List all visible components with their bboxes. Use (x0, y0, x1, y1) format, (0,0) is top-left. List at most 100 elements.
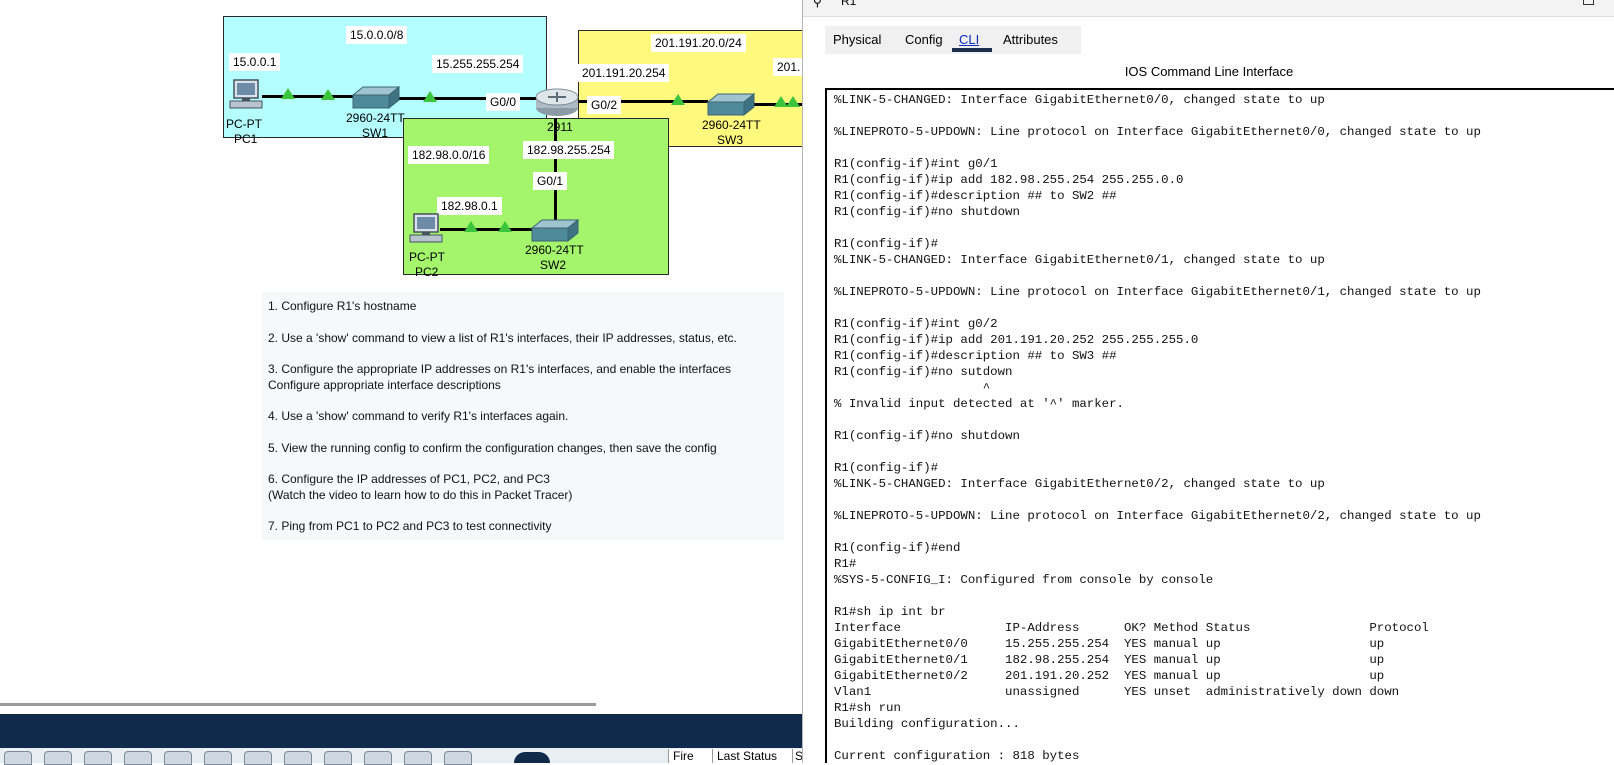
link-up-icon (498, 221, 512, 232)
console-line: Building configuration... (834, 717, 1020, 731)
pdu-col-fire: Fire (668, 749, 713, 763)
ip-label[interactable]: 182.98.0.1 (437, 197, 502, 215)
console-line: Vlan1 unassigned YES unset administrativ… (834, 685, 1400, 699)
r1-model: 2911 (547, 120, 573, 134)
cable-sw1-r1[interactable] (394, 97, 544, 100)
sw3-name: SW3 (717, 133, 744, 147)
link-up-icon (464, 221, 478, 232)
realtime-icon[interactable] (514, 752, 550, 763)
console-line: R1(config-if)#int g0/1 (834, 157, 998, 171)
pc1-name: PC1 (234, 132, 258, 146)
cli-console[interactable]: %LINK-5-CHANGED: Interface GigabitEthern… (825, 88, 1614, 763)
pc1-device[interactable] (228, 78, 264, 110)
link-up-icon (671, 94, 685, 105)
tab-attributes[interactable]: Attributes (995, 30, 1066, 54)
switch-icon (351, 85, 401, 110)
console-line: %LINEPROTO-5-UPDOWN: Line protocol on In… (834, 125, 1481, 139)
console-line: R1(config-if)#ip add 182.98.255.254 255.… (834, 173, 1184, 187)
pc2-name: PC2 (415, 265, 439, 279)
ip-label[interactable]: 182.98.255.254 (523, 141, 615, 159)
task-item: 4. Use a 'show' command to verify R1's i… (268, 409, 569, 423)
pc2-model: PC-PT (409, 250, 445, 264)
network-label[interactable]: 182.98.0.0/16 (408, 146, 490, 164)
console-line: GigabitEthernet0/0 15.255.255.254 YES ma… (834, 637, 1385, 651)
ip-label[interactable]: 15.255.255.254 (432, 55, 524, 73)
pc-icon (409, 213, 443, 243)
cable-pc1-sw1[interactable] (262, 95, 362, 98)
console-line: GigabitEthernet0/1 182.98.255.254 YES ma… (834, 653, 1385, 667)
console-line: R1# (834, 557, 857, 571)
console-output: %LINK-5-CHANGED: Interface GigabitEthern… (834, 92, 1481, 763)
network-label[interactable]: 15.0.0.0/8 (346, 26, 408, 44)
tab-physical[interactable]: Physical (825, 30, 889, 54)
search-icon: ⚲ (813, 0, 822, 9)
router-icon (535, 88, 579, 116)
r1-router[interactable] (534, 86, 580, 118)
sw1-model: 2960-24TT (346, 111, 405, 125)
port-label-g0-0[interactable]: G0/0 (486, 93, 521, 111)
network-label[interactable]: 201.191.20.0/24 (651, 34, 746, 52)
task-item: (Watch the video to learn how to do this… (268, 488, 573, 502)
port-label-g0-1[interactable]: G0/1 (533, 172, 568, 190)
port-label-g0-2[interactable]: G0/2 (587, 96, 622, 114)
task-item: 7. Ping from PC1 to PC2 and PC3 to test … (268, 519, 552, 533)
sw2-model: 2960-24TT (525, 243, 584, 257)
link-up-icon (423, 91, 437, 102)
pdu-col-last-status: Last Status (712, 749, 795, 763)
task-notes[interactable]: 1. Configure R1's hostname 2. Use a 'sho… (262, 292, 784, 540)
link-up-icon (786, 96, 800, 107)
sw2-name: SW2 (540, 258, 567, 272)
window-title: R1 (841, 0, 857, 8)
console-line: R1(config-if)#no shutdown (834, 429, 1020, 443)
switch-icon (706, 92, 756, 117)
console-line: R1#sh run (834, 701, 901, 715)
switch-icon (530, 218, 580, 243)
cli-heading: IOS Command Line Interface (1124, 64, 1294, 79)
console-line: R1(config-if)# (834, 237, 939, 251)
sw3-model: 2960-24TT (702, 118, 761, 132)
workspace-scrollbar[interactable] (0, 703, 596, 706)
link-up-icon (321, 89, 335, 100)
console-line: %LINEPROTO-5-UPDOWN: Line protocol on In… (834, 509, 1481, 523)
ip-label[interactable]: 201.191.20.254 (578, 64, 670, 82)
r1-device-window: ⚲ R1 Physical Config CLI Attributes IOS … (802, 0, 1614, 763)
ip-label[interactable]: 201. (773, 58, 802, 76)
cable-pc2-sw2[interactable] (440, 228, 540, 231)
sw2-device[interactable] (530, 218, 580, 244)
console-line: R1#sh ip int br (834, 605, 946, 619)
ip-label[interactable]: 15.0.0.1 (229, 53, 281, 71)
task-item: 3. Configure the appropriate IP addresse… (268, 362, 732, 376)
logical-workspace[interactable]: 15.0.0.0/8 201.191.20.0/24 182.98.0.0/16… (0, 0, 802, 714)
maximize-icon[interactable] (1583, 0, 1594, 5)
sw3-device[interactable] (706, 92, 756, 118)
console-line: R1(config-if)#description ## to SW3 ## (834, 349, 1117, 363)
console-line: R1(config-if)# (834, 461, 939, 475)
console-line: % Invalid input detected at '^' marker. (834, 397, 1124, 411)
console-line: R1(config-if)#no sutdown (834, 365, 1013, 379)
console-line: Current configuration : 818 bytes (834, 749, 1080, 763)
console-line: %LINK-5-CHANGED: Interface GigabitEthern… (834, 477, 1325, 491)
pc-icon (229, 79, 263, 109)
tab-config[interactable]: Config (897, 30, 951, 54)
pc2-device[interactable] (408, 212, 444, 244)
task-item: 1. Configure R1's hostname (268, 299, 417, 313)
sw1-device[interactable] (351, 85, 401, 111)
window-titlebar[interactable]: ⚲ R1 (803, 0, 1614, 17)
console-line: R1(config-if)#int g0/2 (834, 317, 998, 331)
link-up-icon (281, 88, 295, 99)
sw1-name: SW1 (362, 126, 389, 140)
console-line: %LINK-5-CHANGED: Interface GigabitEthern… (834, 253, 1325, 267)
console-line: ^ (834, 381, 991, 395)
console-line: %LINK-5-CHANGED: Interface GigabitEthern… (834, 93, 1325, 107)
task-item: Configure appropriate interface descript… (268, 378, 501, 392)
console-line: Interface IP-Address OK? Method Status P… (834, 621, 1429, 635)
